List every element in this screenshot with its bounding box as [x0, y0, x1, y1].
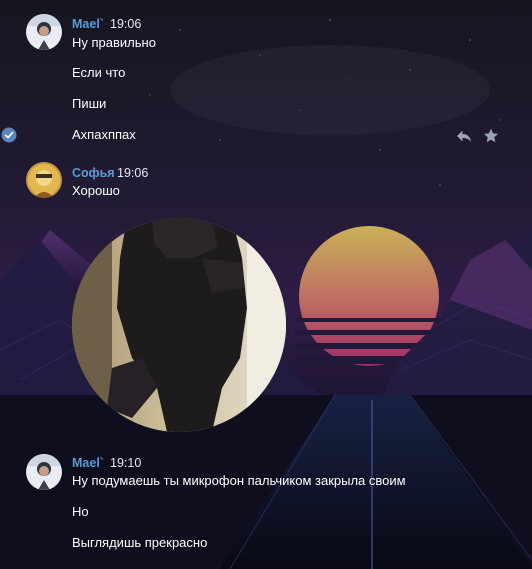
video-message-frame — [72, 218, 286, 432]
avatar[interactable] — [26, 454, 62, 490]
chat-history: Mael` 19:06 Ну правильно Если что Пиши А… — [0, 0, 532, 569]
message-time[interactable]: 19:06 — [110, 16, 141, 32]
user-photo-avatar — [26, 454, 62, 490]
message-text: Но — [72, 504, 89, 519]
message-text: Ну правильно — [72, 35, 156, 50]
message-author[interactable]: Софья — [72, 165, 115, 181]
avatar[interactable] — [26, 14, 62, 50]
user-photo-avatar — [26, 14, 62, 50]
message-text: Хорошо — [72, 183, 120, 198]
message-time[interactable]: 19:06 — [117, 165, 148, 181]
message-text: Ахпахппах — [72, 127, 136, 142]
star-icon[interactable] — [482, 127, 500, 145]
message-text: Ну подумаешь ты микрофон пальчиком закры… — [72, 473, 406, 488]
message-text: Если что — [72, 65, 126, 80]
user-photo-avatar — [26, 162, 62, 198]
video-message[interactable] — [72, 218, 286, 432]
message-time[interactable]: 19:10 — [110, 455, 141, 471]
avatar[interactable] — [26, 162, 62, 198]
message-text: Пиши — [72, 96, 107, 111]
reply-arrow-icon[interactable] — [455, 127, 473, 145]
check-circle-icon[interactable] — [0, 126, 18, 144]
message-author[interactable]: Mael` — [72, 455, 104, 471]
message-text: Выглядишь прекрасно — [72, 535, 208, 550]
message-author[interactable]: Mael` — [72, 16, 104, 32]
